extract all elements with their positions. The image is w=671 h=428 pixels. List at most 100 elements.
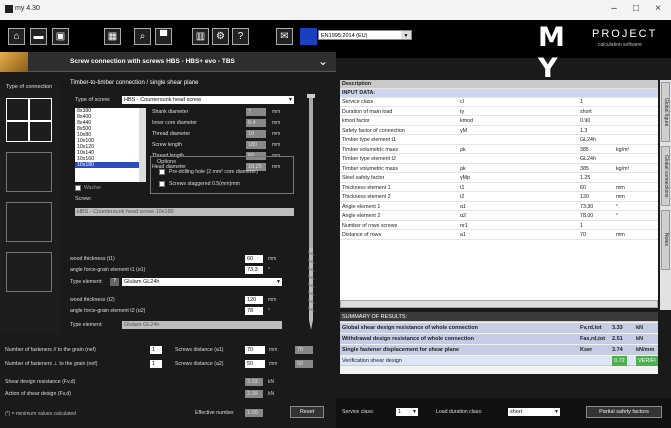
- info-icon[interactable]: ?: [110, 278, 119, 286]
- home-icon[interactable]: ⌂: [8, 28, 25, 45]
- shear-res-unit: kN: [268, 379, 275, 385]
- table-row: Steel safety factor γMp 1.25: [340, 174, 658, 183]
- table-section-label: INPUT DATA:: [342, 90, 376, 96]
- chevron-down-icon: ▼: [288, 97, 293, 103]
- table-cell: ρk: [460, 146, 466, 153]
- table-cell: γMp: [460, 175, 471, 181]
- table-cell: γM: [460, 127, 468, 134]
- type-el1-select[interactable]: Glulam GL24h ▼: [122, 278, 282, 286]
- results-table: Description INPUT DATA: Service class cl 1 Du…: [340, 80, 658, 300]
- table-hscrollbar[interactable]: [340, 300, 658, 308]
- predrill-label: Pre-drilling hole (2 mm² core diameter): [169, 169, 258, 175]
- mail-icon[interactable]: ✉: [276, 28, 293, 45]
- screw-description: HBS - Countersunk head screw 10x180: [75, 208, 294, 216]
- fasteners-perp-label: Number of fasteners ⊥ to the grain (nef): [5, 361, 98, 367]
- fasteners-perp-input[interactable]: 1: [150, 360, 162, 368]
- table-cell: 0.90: [580, 118, 591, 124]
- angle1-input[interactable]: 73.3: [245, 266, 263, 274]
- screw-list[interactable]: 8x380 8x400 8x440 8x500 10x80 10x100 10x120 10x…: [75, 108, 146, 182]
- table-cell: 70: [580, 232, 586, 238]
- side-tab[interactable]: Global figure: [661, 82, 670, 142]
- print-icon[interactable]: ▀: [155, 28, 172, 45]
- shear-res-value: 3.33: [245, 378, 263, 386]
- angle2-input[interactable]: 78: [245, 307, 263, 315]
- type-option-4[interactable]: [6, 252, 52, 292]
- module-image: [0, 52, 28, 72]
- summary-cell: Verification shear design: [342, 358, 402, 364]
- window-title: my 4.30: [15, 5, 40, 12]
- table-cell: 60: [580, 184, 586, 191]
- dist2-input[interactable]: 50: [245, 360, 265, 368]
- type-label: Type of connection: [6, 84, 53, 90]
- dist1-unit: mm: [269, 347, 278, 353]
- table-cell: ρk: [460, 165, 466, 172]
- fasteners-parallel-input[interactable]: 1: [150, 346, 162, 354]
- predrill-checkbox[interactable]: [159, 169, 165, 175]
- logo-brand: PROJECT: [592, 28, 658, 40]
- type-of-screw-value: HBS - Countersunk head screw: [124, 97, 202, 103]
- thickness2-input[interactable]: 120: [245, 296, 263, 304]
- table-cell: Steel safety factor: [342, 175, 385, 181]
- maximize-button[interactable]: □: [626, 2, 646, 16]
- type-of-screw-label: Type of screw:: [75, 97, 111, 103]
- side-tab[interactable]: Notes: [661, 210, 670, 270]
- table-cell: GL24h: [580, 137, 596, 143]
- prop-label: Inner core diameter: [152, 120, 197, 126]
- table-cell: mm: [616, 232, 625, 238]
- summary-row: Global shear design resistance of whole …: [340, 323, 658, 333]
- summary-cell: Withdrawal design resistance of whole co…: [342, 336, 474, 342]
- library-icon[interactable]: ▥: [192, 28, 209, 45]
- summary-cell: 0.72: [612, 356, 627, 366]
- gear-icon[interactable]: ⚙: [212, 28, 229, 45]
- screw-list-item[interactable]: 10x180: [75, 162, 146, 168]
- type-option-2[interactable]: [6, 152, 52, 192]
- load-duration-select[interactable]: short ▼: [508, 408, 560, 416]
- standard-select[interactable]: EN1995:2014 (EU) ▼: [318, 30, 412, 40]
- chevron-down-icon: ▼: [412, 409, 417, 415]
- type-option-3[interactable]: [6, 202, 52, 242]
- folder-icon[interactable]: ▬: [30, 28, 47, 45]
- prop-value: 6.4: [246, 119, 266, 127]
- table-row: Timber volumetric mass ρk 385 kg/m³: [340, 146, 658, 155]
- summary-cell: Kser: [580, 347, 593, 353]
- chevron-down-icon: ▼: [276, 279, 281, 285]
- logo-tagline: calculation software: [598, 42, 642, 48]
- settings-grid-icon[interactable]: ▦: [104, 28, 121, 45]
- dist1-input[interactable]: 70: [245, 346, 265, 354]
- list-scrollbar[interactable]: [139, 108, 146, 182]
- reset-button[interactable]: Reset: [290, 406, 324, 418]
- staggered-label: Screws staggered 0.5(mm)mm: [169, 181, 240, 187]
- angle2-unit: °: [268, 308, 270, 314]
- collapse-chevron-icon[interactable]: ⌄: [318, 54, 328, 68]
- table-cell: kg/m³: [616, 165, 630, 172]
- service-class-select[interactable]: 1 ▼: [396, 408, 418, 416]
- table-cell: Distance of rows: [342, 232, 382, 238]
- close-button[interactable]: ×: [648, 2, 668, 16]
- module-header: Screw connection with screws HBS - HBS+ …: [0, 52, 336, 72]
- save-icon[interactable]: ▣: [52, 28, 69, 45]
- washer-checkbox[interactable]: [75, 185, 81, 191]
- zoom-icon[interactable]: ⌕: [134, 28, 151, 45]
- help-icon[interactable]: ?: [232, 28, 249, 45]
- angle1-unit: °: [268, 267, 270, 273]
- thickness1-unit: mm: [268, 256, 277, 262]
- table-cell: °: [616, 203, 619, 210]
- thickness1-label: wood thickness (t1): [70, 256, 115, 262]
- screw-drawing: [307, 94, 315, 330]
- prop-unit: mm: [272, 109, 281, 115]
- staggered-checkbox[interactable]: [159, 181, 165, 187]
- thickness1-input[interactable]: 60: [245, 255, 263, 263]
- type-of-screw-select[interactable]: HBS - Countersunk head screw ▼: [122, 96, 294, 104]
- table-row: Safety factor of connection γM 1.3: [340, 127, 658, 136]
- angle1-label: angle force-grain element t1 (α1): [70, 267, 146, 273]
- summary-row: Verification shear design 0.72 VERIFI: [340, 356, 658, 366]
- side-tab[interactable]: Global connections: [661, 146, 670, 206]
- type-el2-select[interactable]: Glulam GL24h: [122, 321, 282, 329]
- table-row: Service class cl 1: [340, 98, 658, 107]
- partial-safety-button[interactable]: Partial safety factors: [586, 406, 662, 418]
- table-cell: 385: [580, 165, 589, 172]
- table-cell: 78.00: [580, 213, 594, 219]
- table-row: Thickness element 1 t1 60 mm: [340, 184, 658, 193]
- load-duration-label: Load duration class:: [436, 409, 483, 415]
- minimize-button[interactable]: –: [604, 2, 624, 16]
